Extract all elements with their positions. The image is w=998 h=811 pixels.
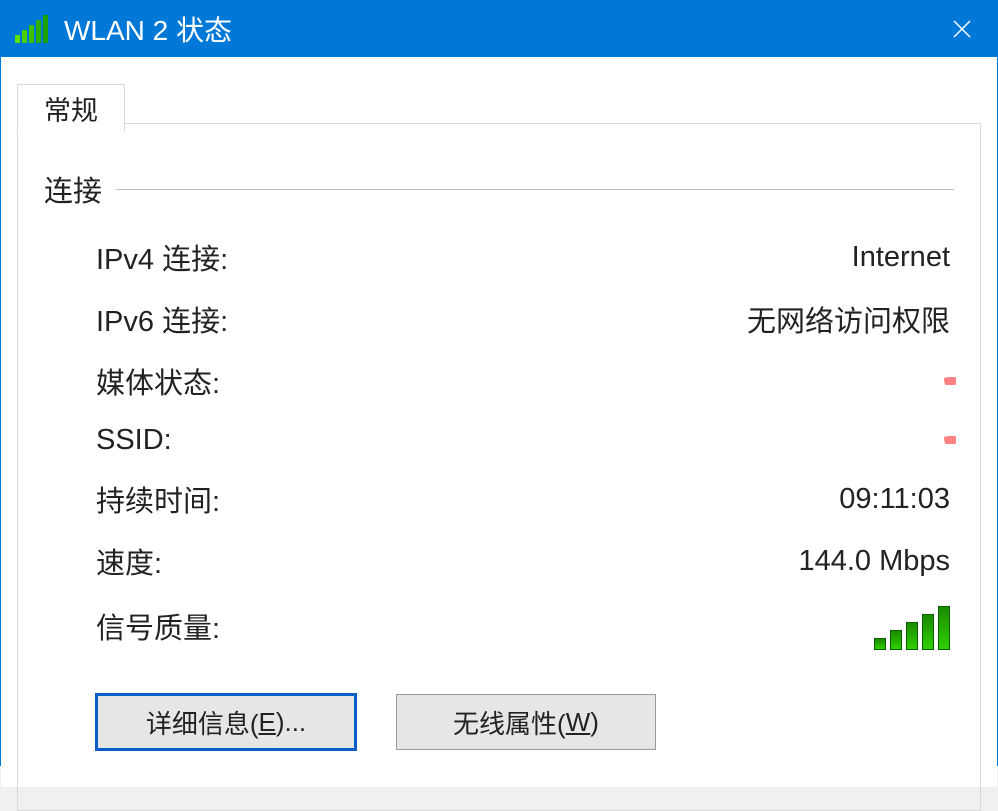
row-signal-quality: 信号质量: [96,602,950,650]
connection-group-header: 连接 [44,168,954,210]
row-speed: 速度: 144.0 Mbps [96,540,950,582]
ipv6-value: 无网络访问权限 [747,298,950,340]
row-ipv6: IPv6 连接: 无网络访问权限 [96,298,950,340]
duration-value: 09:11:03 [839,483,950,516]
wireless-button-label-pre: 无线属性( [453,704,566,741]
signal-quality-label: 信号质量: [96,605,220,647]
details-button-label-pre: 详细信息( [146,704,259,741]
row-ipv4: IPv4 连接: Internet [96,236,950,278]
speed-value: 144.0 Mbps [798,545,950,578]
close-button[interactable] [927,1,997,57]
close-icon [952,19,972,39]
tab-content: 连接 IPv4 连接: Internet IPv6 连接: 无网络访问权限 媒体… [18,124,980,770]
wireless-button-access-key: W [566,707,591,738]
wlan-status-dialog: WLAN 2 状态 常规 连接 IPv4 连接: [0,0,998,766]
group-divider [116,189,954,190]
wireless-properties-button[interactable]: 无线属性(W) [396,694,656,750]
details-button[interactable]: 详细信息(E)... [96,694,356,750]
details-button-access-key: E [258,707,275,738]
ssid-label: SSID: [96,424,172,457]
speed-label: 速度: [96,540,162,582]
ipv4-label: IPv4 连接: [96,236,228,278]
row-media-state: 媒体状态: [96,360,950,402]
ipv4-value: Internet [852,241,950,274]
row-ssid: SSID: [96,422,950,458]
connection-group-label: 连接 [44,168,116,210]
client-area: 常规 连接 IPv4 连接: Internet IPv6 连接: 无网络访问权限 [1,57,997,787]
tab-general[interactable]: 常规 [17,84,125,132]
ipv6-label: IPv6 连接: [96,298,228,340]
tab-panel: 常规 连接 IPv4 连接: Internet IPv6 连接: 无网络访问权限 [17,123,981,811]
wireless-button-label-post: ) [590,707,599,738]
row-duration: 持续时间: 09:11:03 [96,478,950,520]
signal-bars-icon [870,602,950,650]
signal-quality-value [870,602,950,650]
title-bar: WLAN 2 状态 [1,1,997,57]
wifi-signal-icon [15,15,50,43]
details-button-label-post: )... [276,707,306,738]
window-title: WLAN 2 状态 [64,9,232,49]
duration-label: 持续时间: [96,478,220,520]
tab-general-label: 常规 [44,89,98,128]
media-state-label: 媒体状态: [96,360,220,402]
